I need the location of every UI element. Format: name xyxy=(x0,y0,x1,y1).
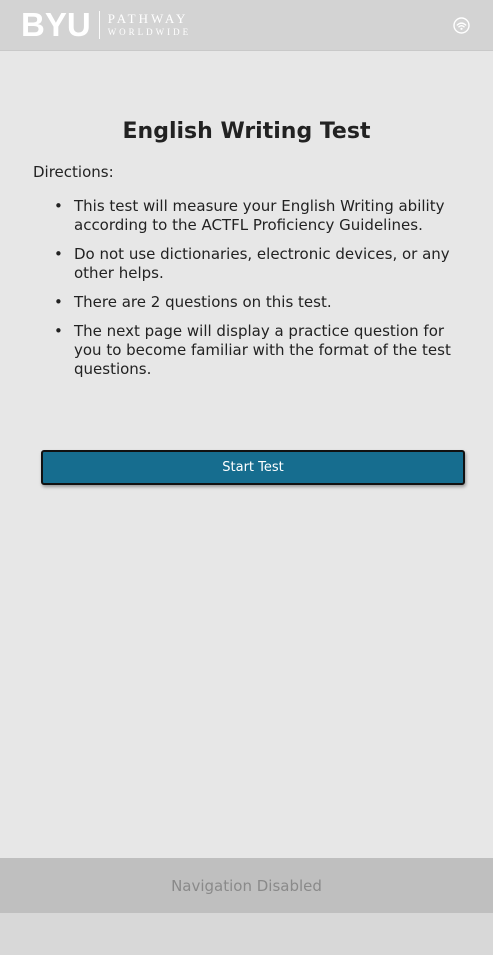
bullet-icon: • xyxy=(54,197,63,215)
navigation-bar: Navigation Disabled xyxy=(0,858,493,913)
bottom-strip xyxy=(0,913,493,955)
logo-byu-text: BYU xyxy=(21,6,91,43)
list-item: • Do not use dictionaries, electronic dev… xyxy=(54,245,454,283)
main-content: English Writing Test Directions: • This t… xyxy=(0,51,493,858)
logo-wordmark: PATHWAY WORLDWIDE xyxy=(108,12,191,38)
bullet-icon: • xyxy=(54,322,63,340)
list-item-text: This test will measure your English Writ… xyxy=(74,197,445,234)
wifi-icon xyxy=(453,17,470,34)
list-item: • This test will measure your English Wri… xyxy=(54,197,454,235)
directions-label: Directions: xyxy=(33,163,114,181)
navigation-disabled-label: Navigation Disabled xyxy=(171,876,322,895)
bullet-icon: • xyxy=(54,245,63,263)
list-item-text: The next page will display a practice qu… xyxy=(74,322,451,378)
logo-pathway-text: PATHWAY xyxy=(107,11,189,26)
logo-worldwide-text: WORLDWIDE xyxy=(107,27,192,37)
byu-pathway-logo: BYU PATHWAY WORLDWIDE xyxy=(21,6,191,43)
bullet-icon: • xyxy=(54,293,63,311)
list-item: • There are 2 questions on this test. xyxy=(54,293,454,312)
list-item-text: Do not use dictionaries, electronic devi… xyxy=(74,245,450,282)
app-header: BYU PATHWAY WORLDWIDE xyxy=(0,0,493,51)
list-item: • The next page will display a practice q… xyxy=(54,322,454,379)
start-test-button[interactable]: Start Test xyxy=(41,450,465,485)
list-item-text: There are 2 questions on this test. xyxy=(74,293,332,311)
directions-list: • This test will measure your English Wri… xyxy=(54,197,454,389)
page-title: English Writing Test xyxy=(122,119,371,144)
logo-divider xyxy=(98,11,100,39)
